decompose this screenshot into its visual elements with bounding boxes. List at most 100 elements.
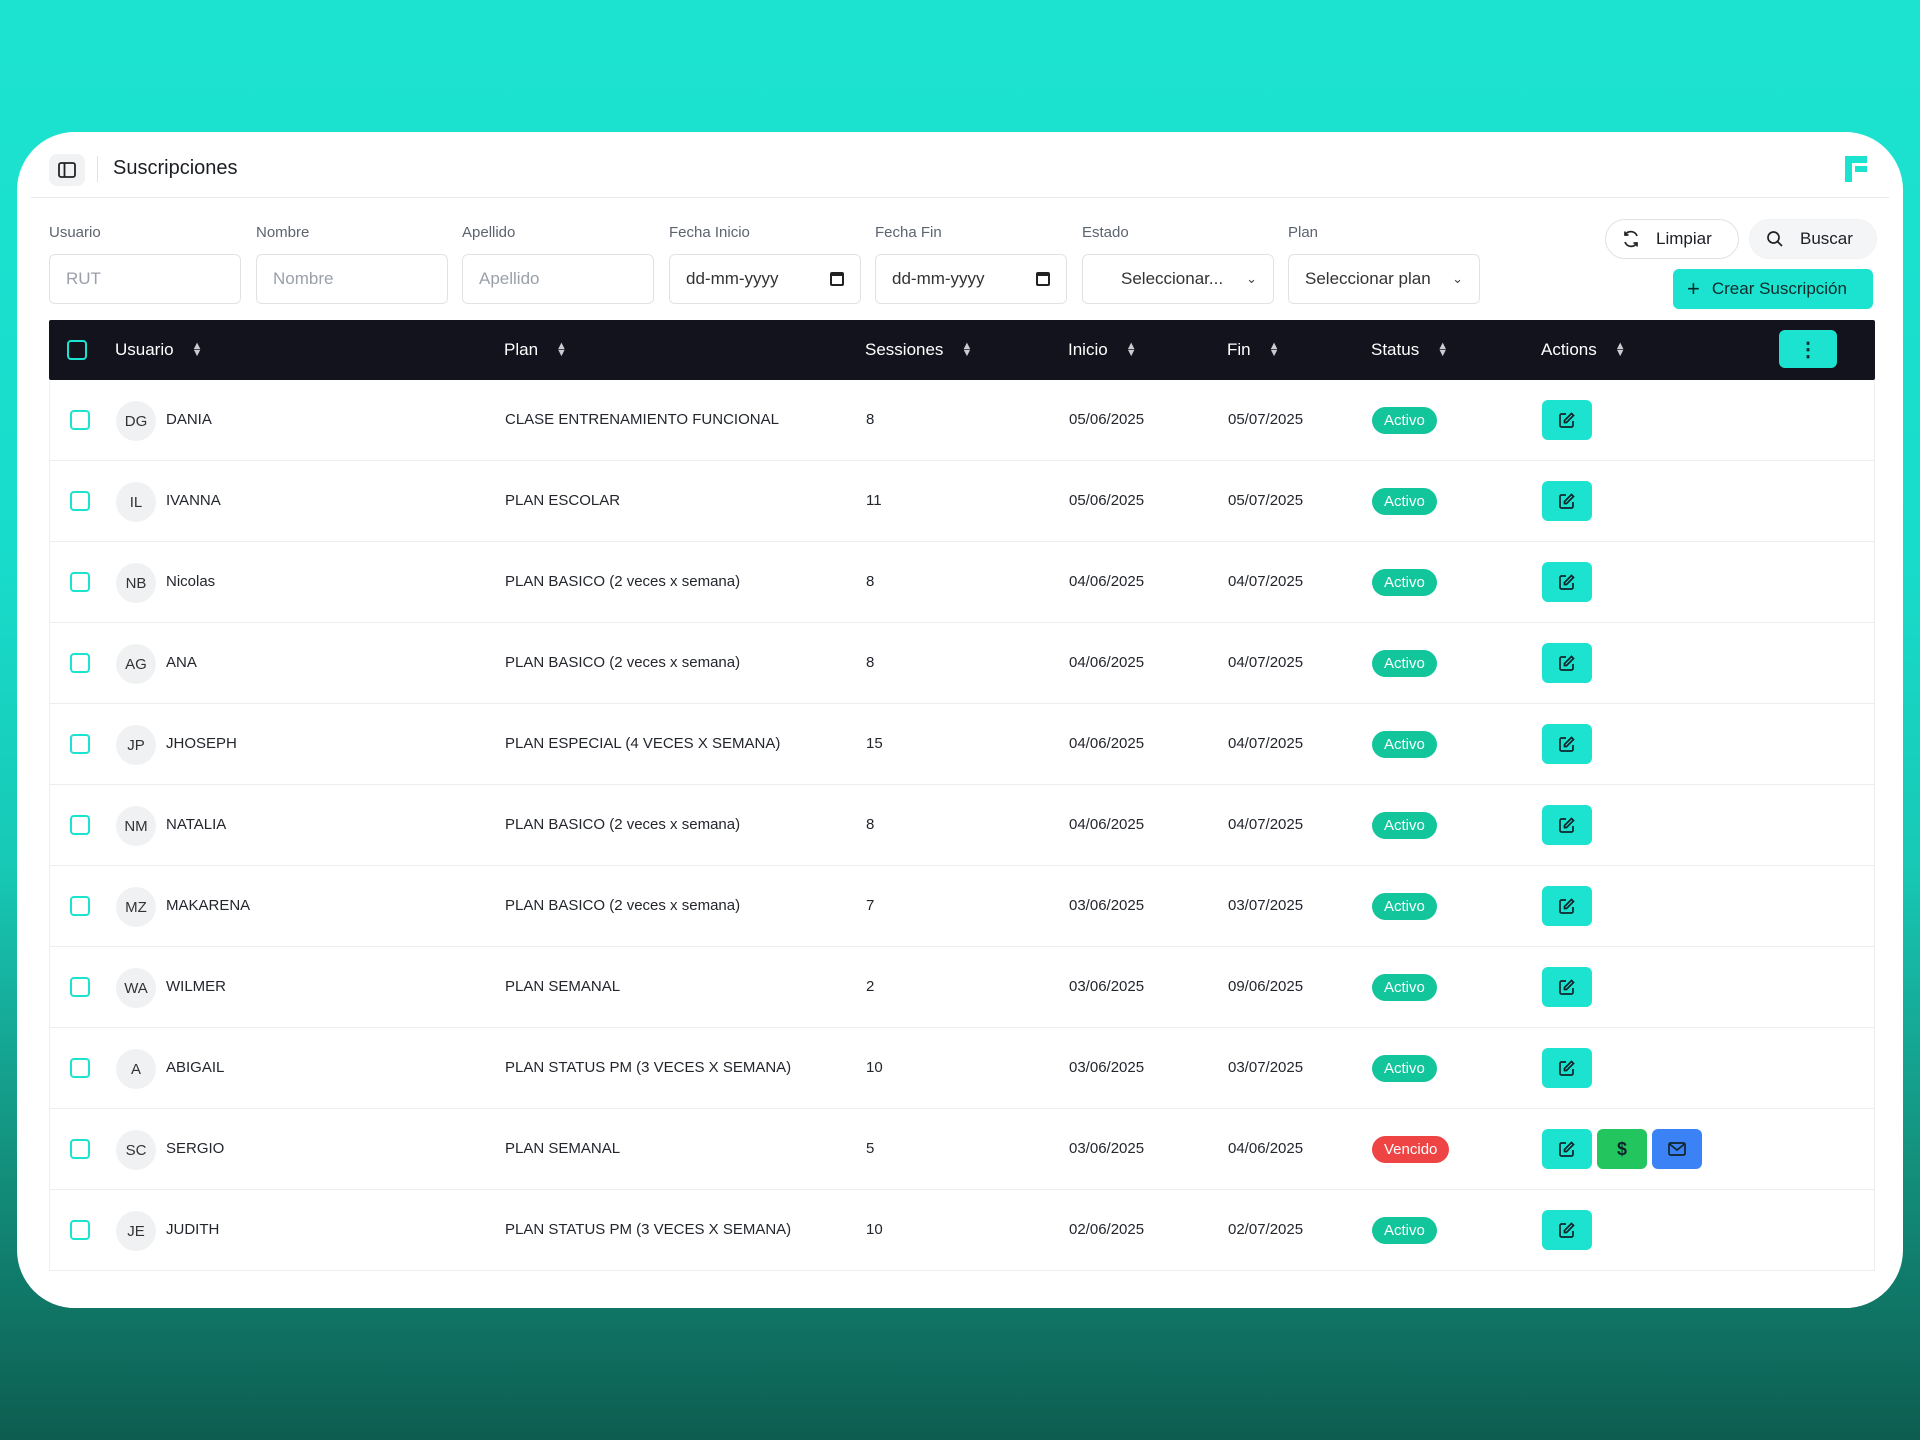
edit-button[interactable] [1542,562,1592,602]
edit-icon [1558,1059,1576,1077]
column-header-usuario[interactable]: Usuario ▲ ▼ [115,320,202,380]
pay-button[interactable]: $ [1597,1129,1647,1169]
calendar-icon[interactable] [1036,272,1050,286]
end-date: 05/07/2025 [1228,492,1304,509]
column-header-fin[interactable]: Fin ▲ ▼ [1227,320,1280,380]
apellido-input[interactable]: Apellido [462,254,654,304]
start-date: 03/06/2025 [1069,897,1145,914]
search-icon [1767,231,1783,247]
column-label: Sessiones [865,340,944,359]
start-date: 03/06/2025 [1069,1140,1145,1157]
plan-value: Seleccionar plan [1305,269,1431,288]
column-header-plan[interactable]: Plan ▲ ▼ [504,320,567,380]
start-date: 03/06/2025 [1069,978,1145,995]
user-name: IVANNA [166,492,221,509]
estado-select[interactable]: Seleccionar... ⌄ [1082,254,1274,304]
session-count: 8 [866,411,875,428]
brand-logo-icon [1845,156,1867,182]
table-options-button[interactable]: ⋮ [1779,330,1837,368]
end-date: 04/06/2025 [1228,1140,1304,1157]
edit-button[interactable] [1542,1048,1592,1088]
plan-select[interactable]: Seleccionar plan ⌄ [1288,254,1480,304]
edit-icon [1558,654,1576,672]
edit-button[interactable] [1542,643,1592,683]
avatar: SC [116,1130,156,1170]
plan-name: PLAN STATUS PM (3 VECES X SEMANA) [505,1059,792,1076]
fecha-fin-input[interactable]: dd-mm-yyyy [875,254,1067,304]
table-row: NB Nicolas PLAN BASICO (2 veces x semana) 8… [49,542,1875,623]
start-date: 04/06/2025 [1069,735,1145,752]
edit-button[interactable] [1542,1210,1592,1250]
session-count: 15 [866,735,883,752]
end-date: 05/07/2025 [1228,411,1304,428]
rut-input[interactable]: RUT [49,254,241,304]
row-checkbox[interactable] [70,410,90,430]
column-label: Status [1371,340,1420,359]
edit-icon [1558,978,1576,996]
plus-icon: + [1687,276,1700,301]
table-row: JE JUDITH PLAN STATUS PM (3 VECES X SEMANA… [49,1190,1875,1271]
sidebar-toggle-button[interactable] [49,154,85,186]
row-checkbox[interactable] [70,1220,90,1240]
dollar-icon: $ [1616,1138,1627,1159]
row-checkbox[interactable] [70,977,90,997]
end-date: 04/07/2025 [1228,735,1304,752]
row-checkbox[interactable] [70,734,90,754]
column-header-status[interactable]: Status ▲ ▼ [1371,320,1448,380]
sort-icon[interactable]: ▲ ▼ [1269,341,1280,359]
calendar-icon[interactable] [830,272,844,286]
row-checkbox[interactable] [70,896,90,916]
status-badge: Vencido [1372,1136,1450,1163]
edit-button[interactable] [1542,481,1592,521]
row-checkbox[interactable] [70,653,90,673]
avatar: WA [116,968,156,1008]
row-checkbox[interactable] [70,1058,90,1078]
sort-icon[interactable]: ▲ ▼ [961,341,972,359]
row-checkbox[interactable] [70,1139,90,1159]
fecha-inicio-input[interactable]: dd-mm-yyyy [669,254,861,304]
avatar: IL [116,482,156,522]
sort-icon[interactable]: ▲ ▼ [192,341,203,359]
avatar: NB [116,563,156,603]
edit-button[interactable] [1542,805,1592,845]
limpiar-label: Limpiar [1656,229,1712,248]
chevron-down-icon: ⌄ [1246,271,1257,286]
header-divider [97,156,98,182]
mail-button[interactable] [1652,1129,1702,1169]
crear-suscripcion-label: Crear Suscripción [1711,279,1847,298]
edit-button[interactable] [1542,1129,1592,1169]
user-name: DANIA [166,411,212,428]
sort-icon[interactable]: ▲ ▼ [1615,341,1626,359]
user-name: Nicolas [166,573,216,590]
column-header-inicio[interactable]: Inicio ▲ ▼ [1068,320,1137,380]
sort-icon[interactable]: ▲ ▼ [1126,341,1137,359]
edit-button[interactable] [1542,886,1592,926]
table-body: DG DANIA CLASE ENTRENAMIENTO FUNCIONAL 8 05/… [49,380,1875,1271]
sort-icon[interactable]: ▲ ▼ [1437,341,1448,359]
edit-button[interactable] [1542,724,1592,764]
end-date: 02/07/2025 [1228,1221,1304,1238]
column-header-sessiones[interactable]: Sessiones ▲ ▼ [865,320,972,380]
row-checkbox[interactable] [70,815,90,835]
select-all-checkbox[interactable] [67,340,87,360]
status-badge: Activo [1372,407,1437,434]
edit-button[interactable] [1542,967,1592,1007]
limpiar-button[interactable]: Limpiar [1605,219,1739,259]
edit-button[interactable] [1542,400,1592,440]
column-header-actions[interactable]: Actions ▲ ▼ [1541,320,1626,380]
table-row: A ABIGAIL PLAN STATUS PM (3 VECES X SEMANA… [49,1028,1875,1109]
user-name: JHOSEPH [166,735,237,752]
session-count: 11 [866,492,882,509]
plan-label: Plan [1288,224,1319,241]
end-date: 04/07/2025 [1228,816,1304,833]
sort-icon[interactable]: ▲ ▼ [556,341,567,359]
user-name: MAKARENA [166,897,251,914]
page-title: Suscripciones [113,157,238,179]
buscar-button[interactable]: Buscar [1749,219,1877,259]
nombre-input[interactable]: Nombre [256,254,448,304]
edit-icon [1558,573,1576,591]
user-name: ANA [166,654,197,671]
crear-suscripcion-button[interactable]: + Crear Suscripción [1673,269,1873,309]
row-checkbox[interactable] [70,572,90,592]
row-checkbox[interactable] [70,491,90,511]
